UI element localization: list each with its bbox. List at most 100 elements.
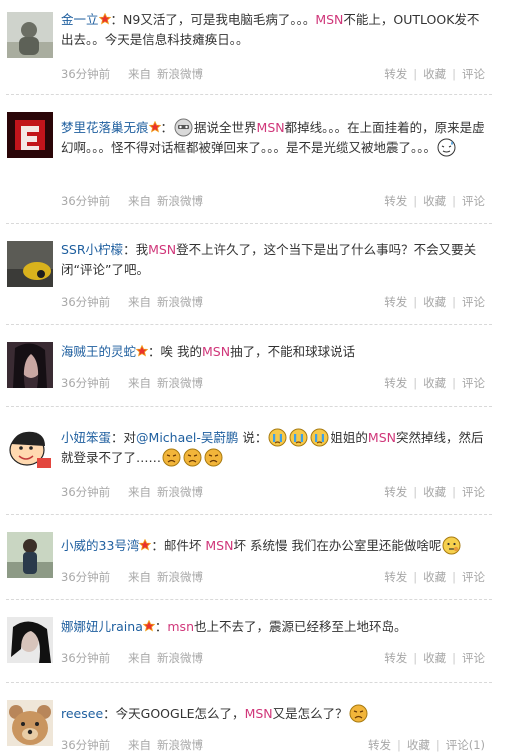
- emoticon-cry-icon: [310, 428, 329, 447]
- post-text-fragment: 说：: [238, 430, 268, 445]
- post-text-fragment: ：我: [123, 242, 149, 257]
- avatar[interactable]: [7, 532, 53, 578]
- post-text-fragment: ：今天GOOGLE怎么了，: [103, 706, 245, 721]
- action-separator: |: [413, 67, 418, 81]
- emoticon-think-icon: [442, 536, 461, 555]
- post-source: 来自 新浪微博: [128, 569, 203, 585]
- avatar[interactable]: [7, 241, 53, 287]
- favorite-button[interactable]: 收藏: [423, 485, 446, 499]
- comment-button[interactable]: 评论: [462, 194, 485, 208]
- comment-button[interactable]: 评论: [462, 485, 485, 499]
- username-link[interactable]: 娜娜妞儿raina: [61, 619, 143, 634]
- mention-link[interactable]: @Michael-吴蔚鹏: [136, 430, 238, 445]
- action-separator: |: [413, 651, 418, 665]
- source-link[interactable]: 新浪微博: [157, 67, 203, 81]
- action-separator: |: [452, 67, 456, 81]
- post-time[interactable]: 36分钟前: [61, 375, 110, 391]
- post-text: 娜娜妞儿raina ：msn也上不去了，震源已经移至上地环岛。: [61, 617, 489, 637]
- repost-button[interactable]: 转发: [384, 485, 407, 499]
- favorite-button[interactable]: 收藏: [407, 738, 430, 752]
- from-label: 来自: [128, 485, 151, 499]
- emoticon-sad-icon: [162, 448, 181, 467]
- repost-button[interactable]: 转发: [384, 295, 407, 309]
- divider: [6, 682, 492, 683]
- source-link[interactable]: 新浪微博: [157, 194, 203, 208]
- post-text: 小妞笨蛋：对@Michael-吴蔚鹏 说： 姐姐的MSN突然掉线，然后就登录不了了…: [61, 428, 489, 468]
- favorite-button[interactable]: 收藏: [423, 67, 446, 81]
- favorite-button[interactable]: 收藏: [423, 651, 446, 665]
- comment-button[interactable]: 评论: [462, 651, 485, 665]
- avatar[interactable]: [7, 12, 53, 58]
- avatar[interactable]: [7, 112, 53, 158]
- username-link[interactable]: reesee: [61, 706, 103, 721]
- username-link[interactable]: SSR小柠檬: [61, 242, 123, 257]
- post-text: SSR小柠檬：我MSN登不上许久了，这个当下是出了什么事吗？不会又要关闭“评论”…: [61, 240, 489, 280]
- verified-star-icon: [139, 539, 152, 551]
- repost-button[interactable]: 转发: [384, 651, 407, 665]
- post-meta: 36分钟前 来自 新浪微博 转发 | 收藏 | 评论: [61, 294, 489, 310]
- action-separator: |: [452, 376, 456, 390]
- post-text-fragment: ：邮件坏: [151, 538, 206, 553]
- username-link[interactable]: 海贼王的灵蛇: [61, 344, 136, 359]
- repost-button[interactable]: 转发: [384, 376, 407, 390]
- post-time[interactable]: 36分钟前: [61, 294, 110, 310]
- favorite-button[interactable]: 收藏: [423, 570, 446, 584]
- post-time[interactable]: 36分钟前: [61, 569, 110, 585]
- post-time[interactable]: 36分钟前: [61, 650, 110, 666]
- emoticon-cry-icon: [268, 428, 287, 447]
- comment-button[interactable]: 评论: [462, 570, 485, 584]
- divider: [6, 94, 492, 95]
- post-time[interactable]: 36分钟前: [61, 66, 110, 82]
- username-link[interactable]: 小威的33号湾: [61, 538, 139, 553]
- username-link[interactable]: 小妞笨蛋: [61, 430, 111, 445]
- comment-button[interactable]: 评论(1): [446, 738, 485, 752]
- post-time[interactable]: 36分钟前: [61, 193, 110, 209]
- post-text-fragment: 姐姐的: [330, 430, 368, 445]
- avatar[interactable]: [7, 617, 53, 663]
- favorite-button[interactable]: 收藏: [423, 194, 446, 208]
- source-link[interactable]: 新浪微博: [157, 376, 203, 390]
- repost-button[interactable]: 转发: [368, 738, 391, 752]
- post-text: 小威的33号湾 ：邮件坏 MSN坏 系统慢 我们在办公室里还能做啥呢: [61, 536, 489, 556]
- comment-button[interactable]: 评论: [462, 376, 485, 390]
- post-actions: 转发 | 收藏 | 评论: [384, 375, 485, 391]
- post-source: 来自 新浪微博: [128, 193, 203, 209]
- post-text-fragment: 据说全世界: [194, 120, 257, 135]
- comment-button[interactable]: 评论: [462, 67, 485, 81]
- divider: [6, 514, 492, 515]
- comment-button[interactable]: 评论: [462, 295, 485, 309]
- action-separator: |: [396, 738, 401, 752]
- verified-star-icon: [142, 620, 155, 632]
- source-link[interactable]: 新浪微博: [157, 738, 203, 752]
- favorite-button[interactable]: 收藏: [423, 376, 446, 390]
- source-link[interactable]: 新浪微博: [157, 295, 203, 309]
- from-label: 来自: [128, 376, 151, 390]
- avatar[interactable]: [7, 342, 53, 388]
- post-text-fragment: ：: [154, 619, 168, 634]
- repost-button[interactable]: 转发: [384, 67, 407, 81]
- keyword-highlight: msn: [167, 619, 194, 634]
- source-link[interactable]: 新浪微博: [157, 651, 203, 665]
- favorite-button[interactable]: 收藏: [423, 295, 446, 309]
- post-time[interactable]: 36分钟前: [61, 484, 110, 500]
- divider: [6, 406, 492, 407]
- post-meta: 36分钟前 来自 新浪微博 转发 | 收藏 | 评论: [61, 375, 489, 391]
- action-separator: |: [452, 295, 456, 309]
- avatar[interactable]: [7, 700, 53, 746]
- repost-button[interactable]: 转发: [384, 194, 407, 208]
- from-label: 来自: [128, 194, 151, 208]
- keyword-highlight: MSN: [367, 430, 396, 445]
- source-link[interactable]: 新浪微博: [157, 485, 203, 499]
- username-link[interactable]: 梦里花落巢无痕: [61, 120, 149, 135]
- post-actions: 转发 | 收藏 | 评论: [384, 569, 485, 585]
- post-text-fragment: ：唉 我的: [148, 344, 202, 359]
- username-link[interactable]: 金一立: [61, 12, 99, 27]
- avatar[interactable]: [7, 424, 53, 470]
- action-separator: |: [413, 570, 418, 584]
- repost-button[interactable]: 转发: [384, 570, 407, 584]
- action-separator: |: [413, 194, 418, 208]
- source-link[interactable]: 新浪微博: [157, 570, 203, 584]
- action-separator: |: [452, 651, 456, 665]
- post-source: 来自 新浪微博: [128, 484, 203, 500]
- post-meta: 36分钟前 来自 新浪微博 转发 | 收藏 | 评论: [61, 569, 489, 585]
